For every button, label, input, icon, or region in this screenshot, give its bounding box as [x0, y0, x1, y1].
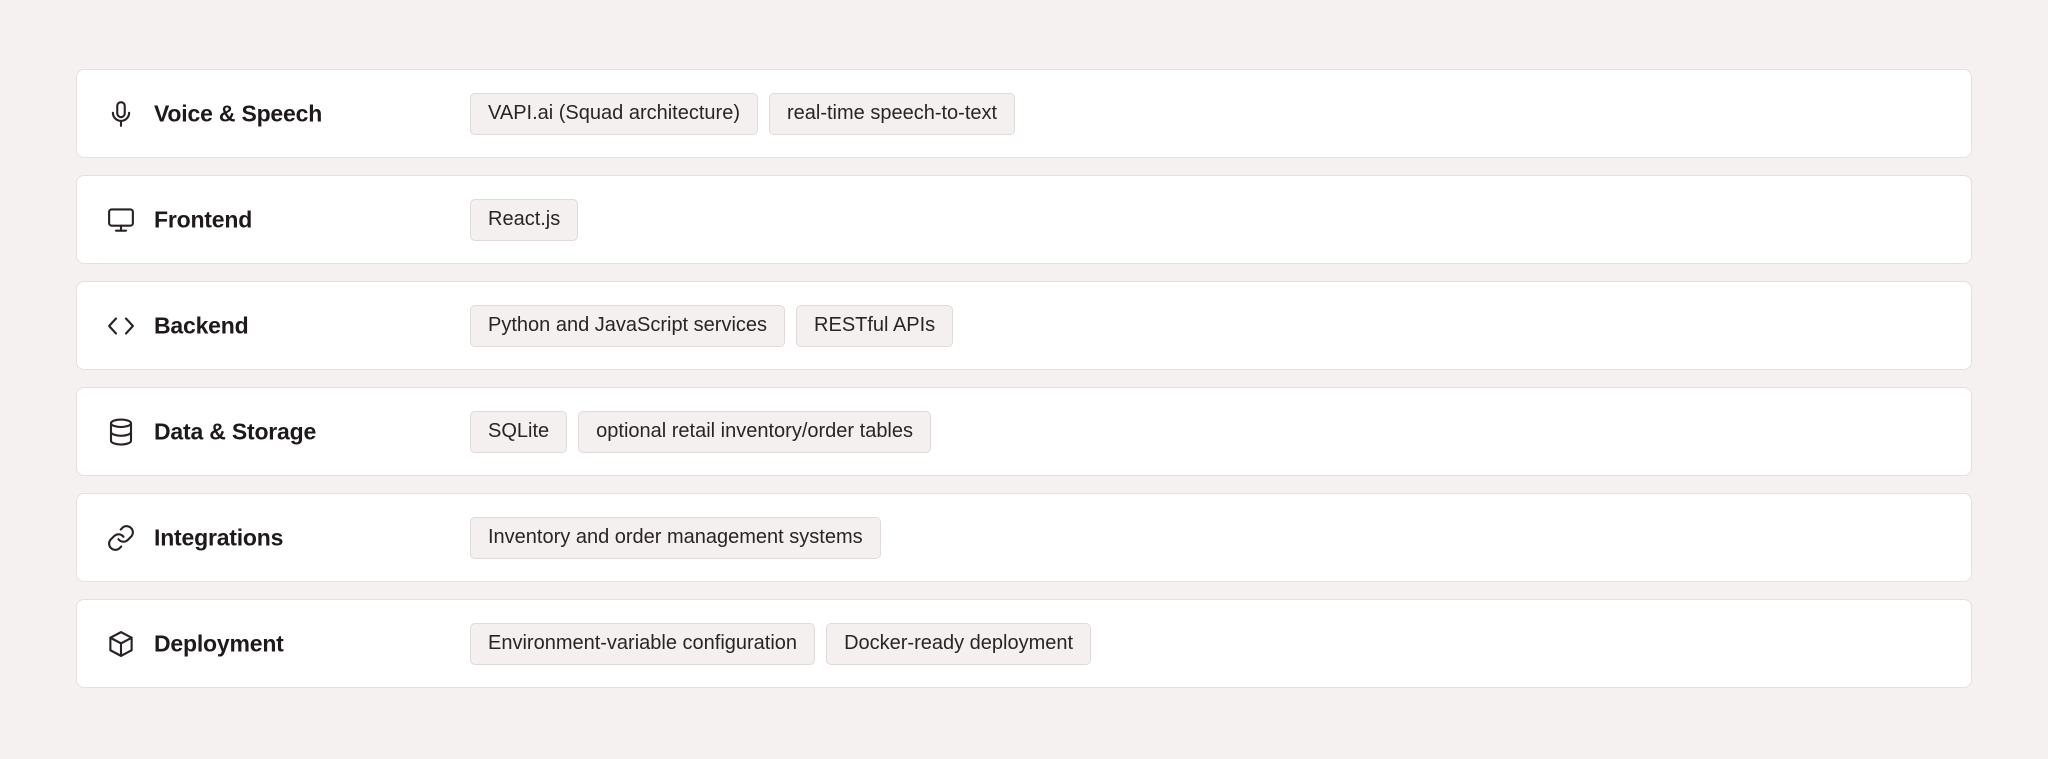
category-row-frontend: Frontend React.js: [76, 175, 1972, 264]
tech-chip: real-time speech-to-text: [768, 92, 1016, 135]
tech-chip: optional retail inventory/order tables: [578, 410, 932, 453]
category-label: Integrations: [154, 524, 284, 550]
chip-list: VAPI.ai (Squad architecture) real-time s…: [470, 92, 1016, 135]
chip-list: SQLite optional retail inventory/order t…: [470, 410, 932, 453]
category-row-backend: Backend Python and JavaScript services R…: [76, 281, 1972, 370]
category-row-data-storage: Data & Storage SQLite optional retail in…: [76, 387, 1972, 476]
chip-list: Environment-variable configuration Docke…: [470, 622, 1092, 665]
monitor-icon: [105, 204, 137, 236]
category-label: Backend: [154, 312, 249, 338]
tech-chip: VAPI.ai (Squad architecture): [470, 92, 758, 135]
chip-list: Inventory and order management systems: [470, 516, 881, 559]
category-row-integrations: Integrations Inventory and order managem…: [76, 493, 1972, 582]
tech-chip: Python and JavaScript services: [470, 304, 786, 347]
tech-chip: React.js: [470, 198, 579, 241]
category-label: Deployment: [154, 630, 284, 656]
tech-chip: Docker-ready deployment: [826, 622, 1092, 665]
package-icon: [105, 628, 137, 660]
tech-chip: Inventory and order management systems: [470, 516, 881, 559]
tech-chip: SQLite: [470, 410, 568, 453]
category-row-deployment: Deployment Environment-variable configur…: [76, 599, 1972, 688]
category-label: Data & Storage: [154, 418, 317, 444]
chip-list: Python and JavaScript services RESTful A…: [470, 304, 954, 347]
chip-list: React.js: [470, 198, 579, 241]
link-icon: [105, 522, 137, 554]
tech-chip: RESTful APIs: [796, 304, 954, 347]
tech-stack-list: Voice & Speech VAPI.ai (Squad architectu…: [76, 69, 1972, 688]
database-icon: [105, 416, 137, 448]
category-row-voice-speech: Voice & Speech VAPI.ai (Squad architectu…: [76, 69, 1972, 158]
code-icon: [105, 310, 137, 342]
category-label: Frontend: [154, 206, 253, 232]
tech-chip: Environment-variable configuration: [470, 622, 816, 665]
microphone-icon: [105, 98, 137, 130]
category-label: Voice & Speech: [154, 100, 323, 126]
